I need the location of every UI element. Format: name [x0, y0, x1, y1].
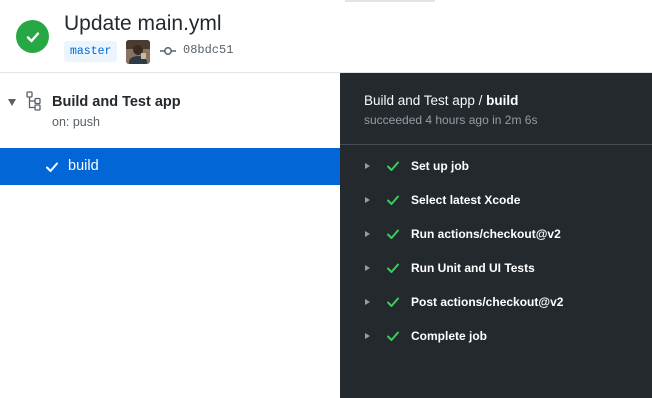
- caret-right-icon[interactable]: [365, 299, 370, 305]
- panel-title-job: build: [486, 93, 519, 108]
- check-icon: [386, 329, 400, 343]
- step-label: Post actions/checkout@v2: [411, 295, 564, 309]
- avatar[interactable]: [126, 40, 150, 64]
- check-icon: [386, 193, 400, 207]
- job-item-build[interactable]: build: [0, 148, 340, 185]
- caret-right-icon[interactable]: [365, 197, 370, 203]
- workflow-icon: [26, 91, 44, 111]
- step-label: Select latest Xcode: [411, 193, 521, 207]
- step-label: Run Unit and UI Tests: [411, 261, 535, 275]
- panel-title: Build and Test app / build: [364, 93, 518, 108]
- step-row[interactable]: Post actions/checkout@v2: [340, 285, 652, 319]
- job-name: build: [68, 158, 99, 174]
- run-title: Update main.yml: [64, 12, 222, 35]
- tab-indicator: [345, 0, 435, 2]
- branch-badge[interactable]: master: [64, 41, 118, 62]
- job-log-panel: Build and Test app / build succeeded 4 h…: [340, 73, 652, 398]
- workflow-trigger: on: push: [52, 115, 100, 129]
- workflow-name: Build and Test app: [52, 94, 181, 110]
- commit-sha-link[interactable]: 08bdc51: [183, 43, 233, 57]
- caret-right-icon[interactable]: [365, 163, 370, 169]
- caret-right-icon[interactable]: [365, 333, 370, 339]
- caret-down-icon[interactable]: [8, 99, 16, 106]
- run-header: Update main.yml master 08bdc51: [0, 0, 652, 73]
- step-row[interactable]: Set up job: [340, 149, 652, 183]
- check-icon: [386, 295, 400, 309]
- check-circle-icon: [16, 20, 49, 53]
- step-row[interactable]: Select latest Xcode: [340, 183, 652, 217]
- step-row[interactable]: Run actions/checkout@v2: [340, 217, 652, 251]
- step-row[interactable]: Complete job: [340, 319, 652, 353]
- check-icon: [45, 160, 59, 174]
- panel-subtitle: succeeded 4 hours ago in 2m 6s: [364, 113, 538, 127]
- step-label: Run actions/checkout@v2: [411, 227, 561, 241]
- panel-header: Build and Test app / build succeeded 4 h…: [340, 73, 652, 145]
- check-icon: [386, 227, 400, 241]
- panel-title-workflow: Build and Test app /: [364, 93, 487, 108]
- workflow-item[interactable]: Build and Test app on: push: [0, 73, 340, 147]
- step-row[interactable]: Run Unit and UI Tests: [340, 251, 652, 285]
- caret-right-icon[interactable]: [365, 231, 370, 237]
- jobs-sidebar: Build and Test app on: push build: [0, 73, 340, 398]
- check-icon: [386, 159, 400, 173]
- check-icon: [386, 261, 400, 275]
- step-label: Complete job: [411, 329, 488, 343]
- caret-right-icon[interactable]: [365, 265, 370, 271]
- step-label: Set up job: [411, 159, 469, 173]
- git-commit-icon: [160, 44, 176, 58]
